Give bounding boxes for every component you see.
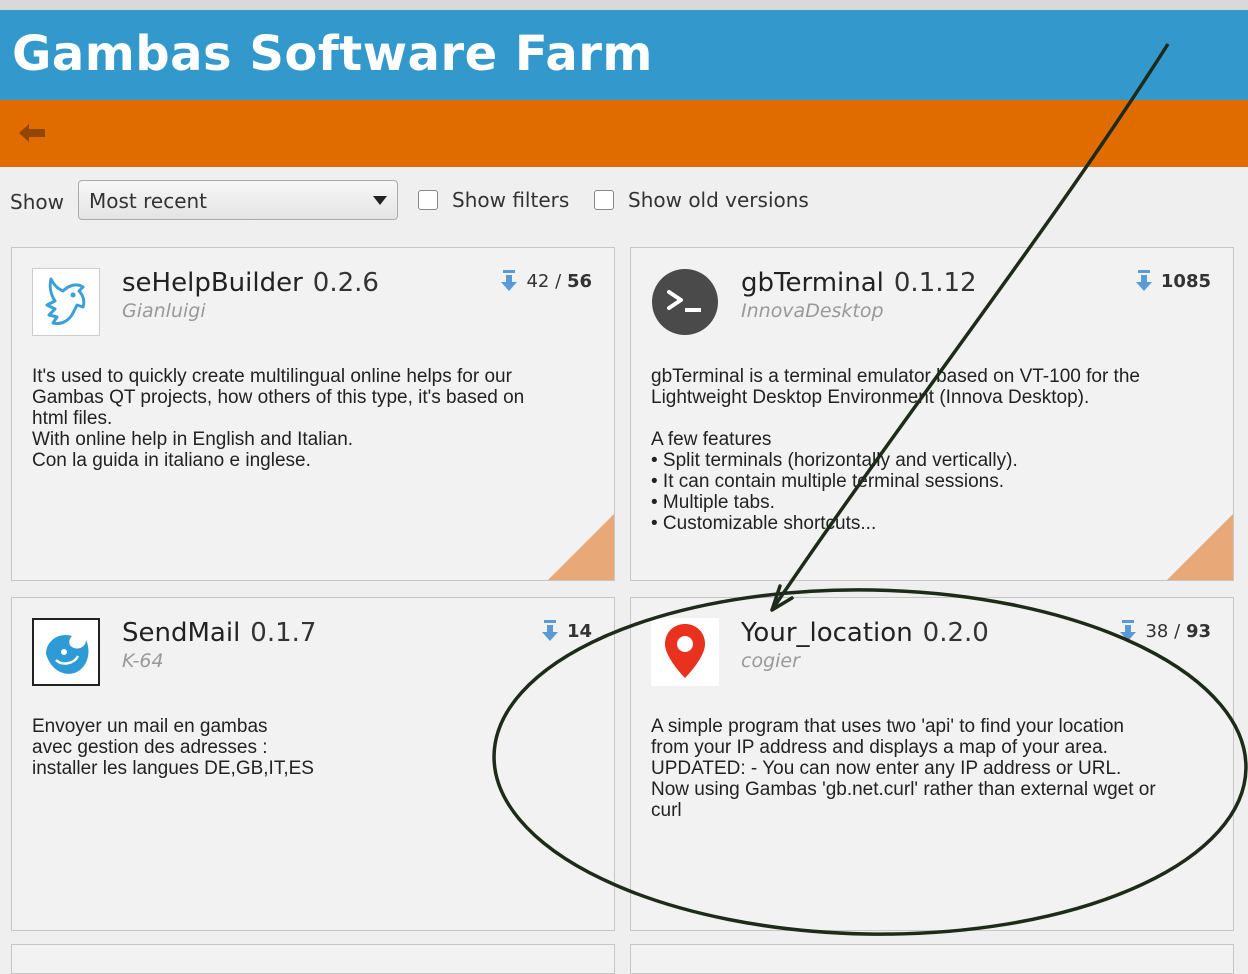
- map-pin-icon: [651, 618, 719, 686]
- downloads-total: 1085: [1160, 270, 1211, 292]
- app-name-text: gbTerminal: [741, 268, 884, 298]
- software-card-partial-left[interactable]: [11, 944, 615, 974]
- app-version: 0.2.0: [922, 618, 989, 648]
- download-count: 38 / 93: [1119, 620, 1211, 642]
- software-card-partial-right[interactable]: [630, 944, 1234, 974]
- app-author: cogier: [741, 650, 800, 672]
- app-name-text: seHelpBuilder: [122, 268, 303, 298]
- nav-bar: [0, 100, 1248, 167]
- downloads-current: 42: [526, 270, 550, 292]
- app-name[interactable]: gbTerminal 0.1.12: [741, 268, 977, 298]
- app-author: K-64: [122, 650, 164, 672]
- download-icon: [501, 270, 518, 291]
- app-author: Gianluigi: [122, 300, 206, 322]
- downloads-total: 93: [1185, 620, 1211, 642]
- show-old-versions-option[interactable]: Show old versions: [594, 188, 809, 212]
- card-corner-decoration: [1167, 514, 1233, 580]
- toolbar: Show Most recent Show filters Show old v…: [0, 178, 1248, 226]
- download-count: 14: [541, 620, 592, 642]
- downloads-current: 38: [1145, 620, 1169, 642]
- app-name[interactable]: seHelpBuilder 0.2.6: [122, 268, 379, 298]
- terminal-icon: [651, 268, 719, 336]
- goat-icon: [32, 268, 100, 336]
- app-version: 0.2.6: [312, 268, 379, 298]
- downloads-separator: /: [555, 270, 562, 292]
- show-filters-option[interactable]: Show filters: [418, 188, 569, 212]
- app-author: InnovaDesktop: [741, 300, 884, 322]
- app-description: Envoyer un mail en gambas avec gestion d…: [32, 716, 314, 779]
- download-icon: [1135, 270, 1152, 291]
- software-card-gbterminal[interactable]: gbTerminal 0.1.12 InnovaDesktop 1085 gbTe…: [630, 247, 1234, 581]
- show-filters-label: Show filters: [452, 188, 570, 212]
- app-name-text: SendMail: [122, 618, 241, 648]
- app-description: It's used to quickly create multilingual…: [32, 366, 525, 471]
- download-count: 1085: [1135, 270, 1211, 292]
- app-name-text: Your_location: [741, 618, 913, 648]
- downloads-total: 14: [566, 620, 592, 642]
- downloads-separator: /: [1174, 620, 1181, 642]
- show-filters-checkbox[interactable]: [418, 190, 438, 210]
- mail-bird-icon: [32, 618, 100, 686]
- window-top-strip: [0, 0, 1248, 10]
- app-description: A simple program that uses two 'api' to …: [651, 716, 1156, 821]
- sort-select-value: Most recent: [89, 189, 208, 213]
- app-title: Gambas Software Farm: [12, 26, 653, 82]
- app-name[interactable]: SendMail 0.1.7: [122, 618, 316, 648]
- title-bar: Gambas Software Farm: [0, 10, 1248, 100]
- show-label: Show: [10, 190, 64, 214]
- dropdown-arrow-icon: [373, 196, 387, 205]
- software-card-sendmail[interactable]: SendMail 0.1.7 K-64 14 Envoyer un mail en…: [11, 597, 615, 931]
- sort-select[interactable]: Most recent: [78, 180, 398, 220]
- back-button[interactable]: [12, 118, 52, 148]
- show-old-versions-label: Show old versions: [628, 188, 809, 212]
- back-arrow-icon: [19, 124, 45, 142]
- download-icon: [541, 620, 558, 641]
- software-card-sehelpbuilder[interactable]: seHelpBuilder 0.2.6 Gianluigi 42 / 56 It'…: [11, 247, 615, 581]
- app-name[interactable]: Your_location 0.2.0: [741, 618, 989, 648]
- downloads-total: 56: [566, 270, 592, 292]
- software-card-your-location[interactable]: Your_location 0.2.0 cogier 38 / 93 A simp…: [630, 597, 1234, 931]
- app-description: gbTerminal is a terminal emulator based …: [651, 366, 1140, 534]
- show-old-versions-checkbox[interactable]: [594, 190, 614, 210]
- download-count: 42 / 56: [500, 270, 592, 292]
- download-icon: [1120, 620, 1137, 641]
- card-corner-decoration: [548, 514, 614, 580]
- app-version: 0.1.7: [250, 618, 317, 648]
- app-version: 0.1.12: [893, 268, 977, 298]
